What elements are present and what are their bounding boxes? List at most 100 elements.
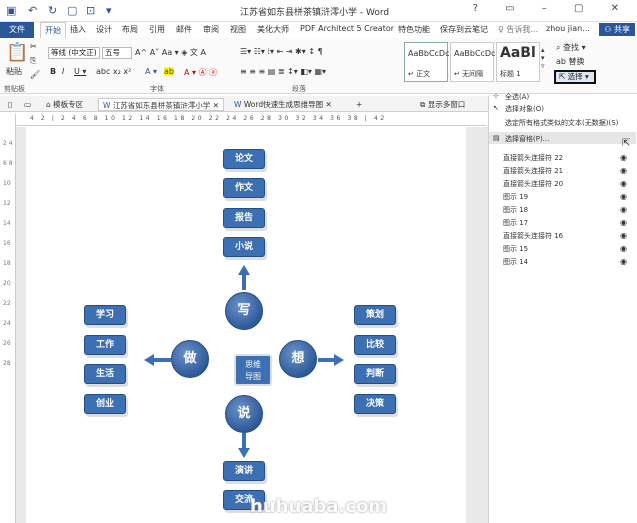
tab-references[interactable]: 引用	[149, 24, 165, 35]
style-no-spacing[interactable]: AaBbCcDc ↵ 无间隔	[450, 42, 495, 82]
node-right-4[interactable]: 决策	[354, 394, 396, 414]
tab-home[interactable]: 开始	[40, 22, 66, 38]
ribbon-tabs: 文件 开始 插入 设计 布局 引用 邮件 审阅 视图 美化大师 PDF Arch…	[0, 22, 637, 38]
object-row[interactable]: 直接箭头连接符 22	[503, 153, 563, 163]
visibility-eye-icon[interactable]: ◉	[620, 244, 627, 253]
highlight-icon[interactable]: ab	[164, 67, 174, 76]
node-bottom-1[interactable]: 演讲	[223, 461, 265, 481]
style-normal-sample: AaBbCcDc	[408, 49, 450, 58]
node-right-1[interactable]: 策划	[354, 305, 396, 325]
tab-cloud-note[interactable]: 保存到云笔记	[440, 24, 488, 35]
circle-write[interactable]: 写	[225, 292, 263, 330]
style-normal[interactable]: AaBbCcDc ↵ 正文	[404, 42, 450, 82]
visibility-eye-icon[interactable]: ◉	[620, 179, 627, 188]
tab-view[interactable]: 视图	[230, 24, 246, 35]
grow-font-icon[interactable]: A^ A˅ Aa ▾ ◈ 文 A	[135, 47, 206, 58]
tab-file[interactable]: 文件	[0, 22, 34, 38]
menu-select-all[interactable]: 全选(A)	[505, 92, 529, 102]
new-tab-icon[interactable]: ▯	[4, 98, 16, 111]
object-row[interactable]: 图示 19	[503, 192, 528, 202]
tab-review[interactable]: 审阅	[203, 24, 219, 35]
circle-speak[interactable]: 说	[225, 395, 263, 433]
replace-button[interactable]: ab 替换	[556, 56, 585, 67]
visibility-eye-icon[interactable]: ◉	[620, 257, 627, 266]
node-right-2[interactable]: 比较	[354, 335, 396, 355]
style-heading1[interactable]: AaBl 标题 1	[496, 42, 540, 82]
visibility-eye-icon[interactable]: ◉	[620, 192, 627, 201]
user-name[interactable]: zhou jian...	[546, 24, 590, 33]
find-button[interactable]: ⌕ 查找 ▾	[556, 42, 586, 53]
format-painter-icon[interactable]: 🖌	[30, 70, 40, 79]
object-row[interactable]: 图示 17	[503, 218, 528, 228]
undo-icon[interactable]: ↶	[28, 4, 37, 17]
styles-scroll-icon[interactable]: ▴ ▾ ▿	[541, 46, 545, 70]
object-row[interactable]: 图示 14	[503, 257, 528, 267]
node-left-2[interactable]: 工作	[84, 335, 126, 355]
circle-think[interactable]: 想	[279, 340, 317, 378]
node-top-2[interactable]: 作文	[223, 178, 265, 198]
underline-icon[interactable]: U ▾	[74, 67, 86, 76]
object-row[interactable]: 直接箭头连接符 21	[503, 166, 563, 176]
font-color-icon[interactable]: A ▾ Ⓐ ⓐ	[184, 67, 217, 78]
tab-insert[interactable]: 插入	[70, 24, 86, 35]
tab-meihua[interactable]: 美化大师	[257, 24, 289, 35]
show-multi-window[interactable]: ⧉ 显示多窗口	[416, 98, 469, 111]
object-row[interactable]: 图示 18	[503, 205, 528, 215]
center-node[interactable]: 思维 导图	[234, 354, 272, 386]
object-row[interactable]: 图示 15	[503, 244, 528, 254]
node-top-3[interactable]: 报告	[223, 208, 265, 228]
cut-icon[interactable]: ✂	[30, 42, 37, 51]
share-button[interactable]: ⚇ 共享	[599, 23, 635, 36]
tab-pdf-architect[interactable]: PDF Architect 5 Creator	[300, 24, 394, 33]
open-icon[interactable]: ⊡	[86, 4, 95, 17]
bold-icon[interactable]: B	[50, 67, 56, 76]
visibility-eye-icon[interactable]: ◉	[620, 218, 627, 227]
redo-icon[interactable]: ↻	[48, 4, 57, 17]
select-button[interactable]: ⇱ 选择 ▾	[554, 70, 596, 84]
tab-mailings[interactable]: 邮件	[176, 24, 192, 35]
circle-do[interactable]: 做	[171, 340, 209, 378]
tab-special[interactable]: 特色功能	[398, 24, 430, 35]
align-icons[interactable]: ≡ ≡ ≡ ▤ ≣ ↕▾ ◧▾ ▦▾	[240, 67, 326, 76]
menu-selection-pane[interactable]: 选择窗格(P)...	[505, 134, 549, 144]
node-left-4[interactable]: 创业	[84, 394, 126, 414]
font-size-select[interactable]: 五号	[102, 47, 132, 59]
italic-icon[interactable]: I	[62, 67, 64, 76]
doctab-mindmap[interactable]: W Word快速生成思维导图 ✕	[230, 98, 336, 111]
menu-select-objects[interactable]: 选择对象(O)	[505, 104, 544, 114]
tab-layout[interactable]: 布局	[122, 24, 138, 35]
doctab-template[interactable]: ⌂ 模板专区	[42, 98, 87, 111]
visibility-eye-icon[interactable]: ◉	[620, 205, 627, 214]
doctab-school[interactable]: W 江苏省如东县栟茶镇浒澪小学 ✕	[98, 98, 224, 111]
menu-select-similar[interactable]: 选定所有格式类似的文本(无数据)(S)	[505, 118, 618, 128]
customize-qat-icon[interactable]: ▾	[106, 4, 112, 17]
node-left-3[interactable]: 生活	[84, 364, 126, 384]
open-folder-icon[interactable]: ▭	[20, 98, 35, 111]
tab-design[interactable]: 设计	[96, 24, 112, 35]
font-name-select[interactable]: 等线 (中文正)	[48, 47, 100, 59]
paste-icon[interactable]: 📋	[6, 42, 28, 63]
title-bar: ▣ ↶ ↻ ▢ ⊡ ▾ 江苏省如东县栟茶镇浒澪小学 - Word ? ▭ – ▢…	[0, 0, 637, 22]
node-left-1[interactable]: 学习	[84, 305, 126, 325]
add-tab-icon[interactable]: +	[352, 98, 366, 111]
visibility-eye-icon[interactable]: ◉	[620, 166, 627, 175]
node-right-3[interactable]: 判断	[354, 364, 396, 384]
visibility-eye-icon[interactable]: ◉	[620, 231, 627, 240]
visibility-eye-icon[interactable]: ◉	[620, 153, 627, 162]
text-effect-icon[interactable]: A ▾	[145, 67, 157, 76]
tell-me-search[interactable]: ♀ 告诉我...	[498, 24, 538, 35]
copy-icon[interactable]: ⎘	[30, 56, 36, 66]
node-top-4[interactable]: 小说	[223, 237, 265, 257]
window-controls[interactable]: ? ▭ – ▢ ✕	[473, 3, 631, 14]
document-page[interactable]: 论文 作文 报告 小说 写 做 想 说 思维 导图 学习 工作 生活 创业 策划…	[26, 127, 466, 523]
paragraph-group-label: 段落	[292, 85, 306, 93]
strike-sub-sup-icons[interactable]: abc x₂ x²	[96, 67, 131, 76]
paste-label[interactable]: 粘贴	[6, 66, 22, 77]
bullet-list-icon[interactable]: ☰▾ ☷▾ ⁞▾ ⇤ ⇥ ✱▾ ↕ ¶	[240, 47, 323, 56]
object-row[interactable]: 直接箭头连接符 20	[503, 179, 563, 189]
new-doc-icon[interactable]: ▢	[67, 4, 77, 17]
save-icon[interactable]: ▣	[6, 4, 16, 17]
object-row[interactable]: 直接箭头连接符 16	[503, 231, 563, 241]
doctab-mindmap-label: Word快速生成思维导图	[243, 100, 324, 109]
node-top-1[interactable]: 论文	[223, 149, 265, 169]
